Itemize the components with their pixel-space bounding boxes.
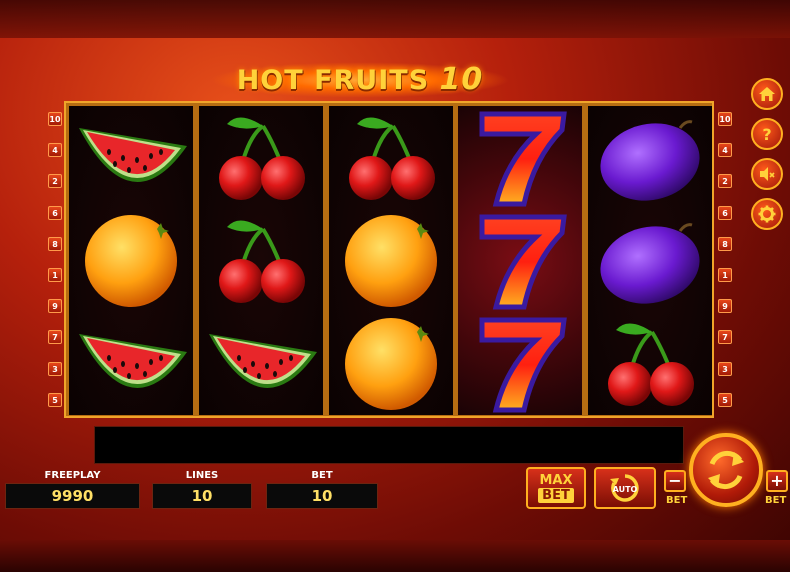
title-number: 10 [439, 62, 484, 97]
bottom-bar [0, 540, 790, 572]
watermelon-icon [69, 106, 193, 209]
settings-icon [758, 205, 776, 223]
settings-button[interactable] [751, 198, 783, 230]
seven-icon [458, 106, 582, 209]
seven-icon [458, 209, 582, 312]
payline-right-7[interactable]: 7 [718, 330, 732, 345]
max-bet-line1: MAX [539, 473, 573, 488]
cherry-icon [199, 209, 323, 312]
payline-right-6[interactable]: 6 [718, 205, 732, 220]
sound-off-icon [760, 167, 775, 181]
bet-plus-button[interactable]: + [766, 470, 788, 492]
reel-2 [199, 106, 323, 415]
reel-1 [69, 106, 193, 415]
bet-label: BET [311, 470, 333, 481]
reel-3 [329, 106, 453, 415]
lines-value: 10 [152, 483, 252, 509]
help-icon: ? [762, 125, 771, 143]
plum-icon [588, 106, 712, 209]
payline-right-2[interactable]: 2 [718, 174, 732, 189]
payline-left-9[interactable]: 9 [48, 299, 62, 314]
game-title: HOT FRUITS 10 [180, 58, 540, 102]
lines-label: LINES [185, 470, 219, 481]
payline-right-5[interactable]: 5 [718, 392, 732, 407]
spin-button[interactable] [689, 433, 763, 507]
payline-left-6[interactable]: 6 [48, 205, 62, 220]
payline-right-9[interactable]: 9 [718, 299, 732, 314]
bet-plus-label: BET [765, 495, 787, 506]
orange-icon [329, 209, 453, 312]
seven-icon [458, 312, 582, 415]
cherry-icon [588, 312, 712, 415]
bet-minus-label: BET [666, 495, 688, 506]
bet-value: 10 [266, 483, 378, 509]
freeplay-value: 9990 [5, 483, 140, 509]
orange-icon [69, 209, 193, 312]
freeplay-label: FREEPLAY [44, 470, 101, 481]
payline-right-4[interactable]: 4 [718, 143, 732, 158]
payline-right-8[interactable]: 8 [718, 236, 732, 251]
payline-right-10[interactable]: 10 [718, 112, 732, 126]
payline-right-1[interactable]: 1 [718, 268, 732, 282]
svg-text:?: ? [762, 125, 771, 143]
home-icon [759, 87, 775, 101]
payline-left-8[interactable]: 8 [48, 236, 62, 251]
orange-icon [329, 312, 453, 415]
payline-right-3[interactable]: 3 [718, 361, 732, 376]
cherry-icon [199, 106, 323, 209]
cherry-icon [329, 106, 453, 209]
top-bar [0, 0, 790, 38]
message-bar [94, 426, 684, 464]
spin-icon [708, 450, 744, 490]
sound-button[interactable] [751, 158, 783, 190]
payline-left-3[interactable]: 3 [48, 361, 62, 376]
watermelon-icon [69, 312, 193, 415]
reel-5 [588, 106, 712, 415]
auto-label: AUTO [612, 485, 638, 494]
max-bet-button[interactable]: MAX BET [526, 467, 586, 509]
plum-icon [588, 209, 712, 312]
help-button[interactable]: ? [751, 118, 783, 150]
reel-4 [458, 106, 582, 415]
max-bet-line2: BET [538, 488, 574, 503]
payline-left-4[interactable]: 4 [48, 143, 62, 158]
auto-button[interactable]: AUTO [594, 467, 656, 509]
payline-left-5[interactable]: 5 [48, 392, 62, 407]
payline-left-10[interactable]: 10 [48, 112, 62, 126]
bet-minus-button[interactable]: − [664, 470, 686, 492]
payline-left-1[interactable]: 1 [48, 268, 62, 282]
title-main: HOT FRUITS [236, 65, 430, 96]
home-button[interactable] [751, 78, 783, 110]
payline-left-7[interactable]: 7 [48, 330, 62, 345]
payline-left-2[interactable]: 2 [48, 174, 62, 189]
watermelon-icon [199, 312, 323, 415]
reels-frame [64, 101, 714, 418]
